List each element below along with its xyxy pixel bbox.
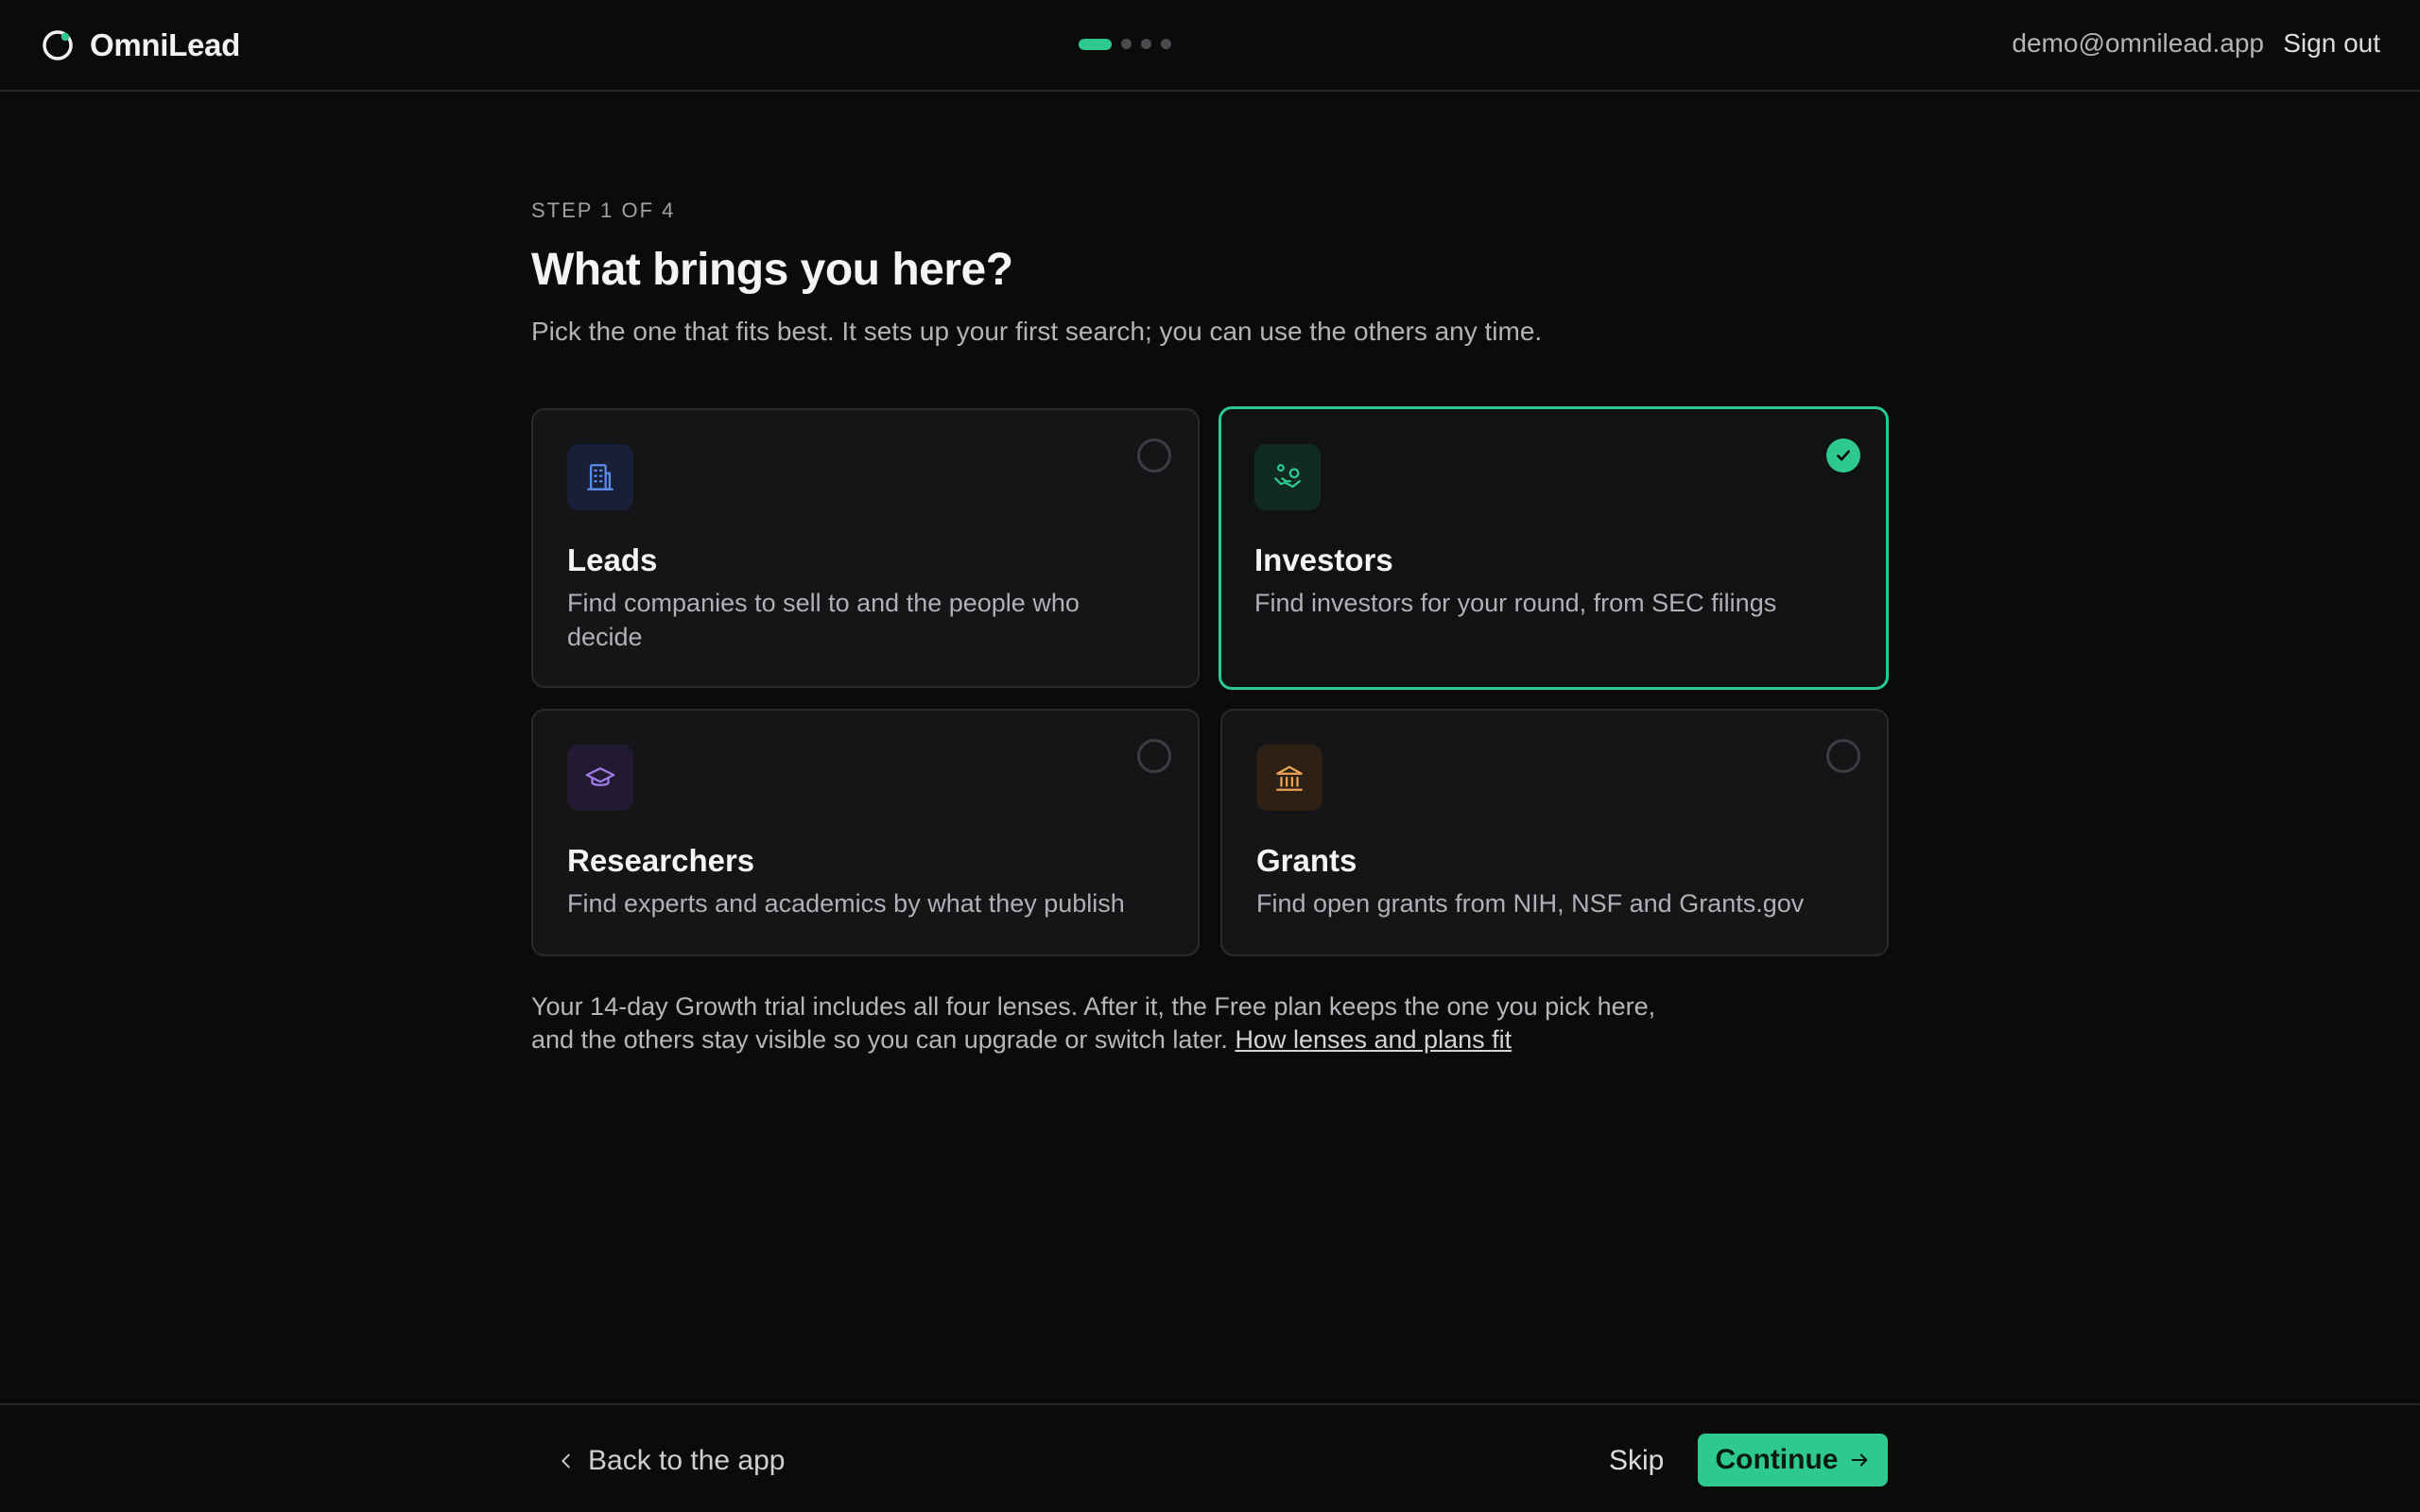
option-title: Leads	[567, 542, 658, 577]
option-card-investors[interactable]: Investors Find investors for your round,…	[1219, 406, 1889, 690]
step-label: STEP 1 OF 4	[531, 198, 676, 222]
progress-step-2	[1121, 39, 1132, 49]
option-description: Find experts and academics by what they …	[567, 889, 1125, 918]
option-title: Grants	[1256, 843, 1357, 878]
graduation-cap-icon	[567, 745, 633, 811]
footer-bar: Back to the app Skip Continue	[0, 1403, 2420, 1512]
lenses-plans-link[interactable]: How lenses and plans fit	[1235, 1025, 1512, 1054]
landmark-icon	[1256, 745, 1322, 811]
option-description: Find investors for your round, from SEC …	[1254, 589, 1777, 617]
option-card-leads[interactable]: Leads Find companies to sell to and the …	[531, 408, 1200, 688]
option-title: Researchers	[567, 843, 755, 878]
progress-step-1	[1079, 38, 1112, 50]
progress-step-4	[1161, 39, 1171, 49]
progress-step-3	[1141, 39, 1151, 49]
continue-button[interactable]: Continue	[1698, 1434, 1888, 1486]
back-label: Back to the app	[588, 1445, 786, 1476]
option-radio[interactable]	[1826, 739, 1860, 773]
option-radio[interactable]	[1137, 739, 1171, 773]
step-progress	[1079, 38, 1171, 50]
back-to-app-button[interactable]: Back to the app	[556, 1445, 785, 1477]
building-icon	[567, 444, 633, 510]
option-description: Find companies to sell to and the people…	[567, 589, 1080, 651]
page-subtitle: Pick the one that fits best. It sets up …	[531, 317, 1543, 346]
user-email: demo@omnilead.app	[2012, 28, 2264, 58]
sign-out-button[interactable]: Sign out	[2283, 28, 2380, 59]
check-icon	[1837, 450, 1850, 461]
option-radio[interactable]	[1137, 438, 1171, 472]
option-title: Investors	[1254, 542, 1393, 577]
chevron-left-icon	[562, 1453, 570, 1469]
top-bar: OmniLead demo@omnilead.app Sign out	[0, 0, 2420, 92]
onboarding-step: STEP 1 OF 4 What brings you here? Pick t…	[531, 198, 1889, 1054]
option-description: Find open grants from NIH, NSF and Grant…	[1256, 889, 1805, 918]
omnilead-logo-icon	[43, 30, 73, 60]
option-radio-checked[interactable]	[1826, 438, 1860, 472]
option-card-researchers[interactable]: Researchers Find experts and academics b…	[531, 709, 1200, 956]
hand-coins-icon	[1254, 444, 1321, 510]
skip-button[interactable]: Skip	[1609, 1445, 1664, 1477]
trial-note: Your 14-day Growth trial includes all fo…	[531, 990, 1656, 1057]
continue-label: Continue	[1715, 1444, 1839, 1475]
brand[interactable]: OmniLead	[41, 26, 240, 65]
page-title: What brings you here?	[531, 245, 1013, 295]
arrow-right-icon	[1852, 1453, 1868, 1467]
brand-name: OmniLead	[90, 27, 240, 62]
option-card-grants[interactable]: Grants Find open grants from NIH, NSF an…	[1220, 709, 1889, 956]
